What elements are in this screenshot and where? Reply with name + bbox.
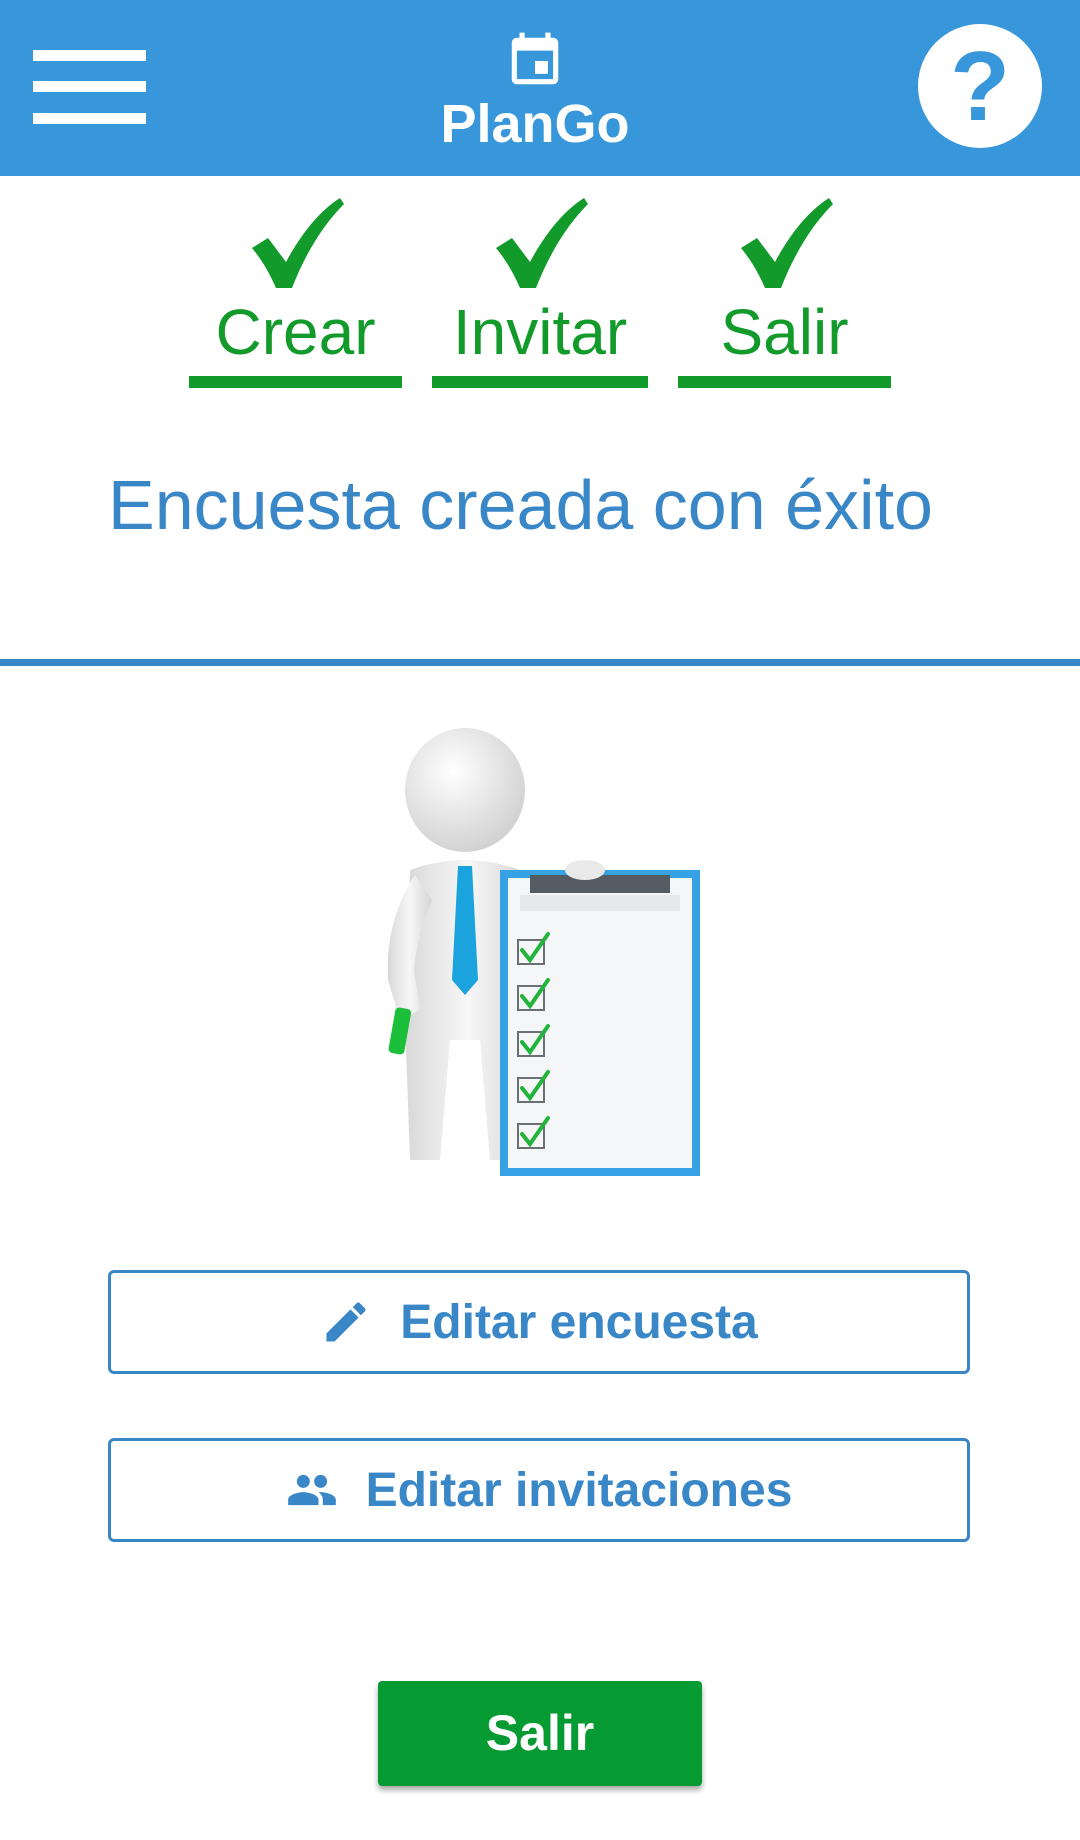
step-progress-bar xyxy=(678,376,891,388)
edit-survey-button[interactable]: Editar encuesta xyxy=(108,1270,970,1374)
help-button[interactable]: ? xyxy=(918,24,1042,148)
step-label: Salir xyxy=(720,296,849,368)
edit-invitations-label: Editar invitaciones xyxy=(365,1463,793,1517)
menu-line xyxy=(33,50,146,61)
section-divider xyxy=(0,659,1080,666)
person-with-checklist-illustration xyxy=(387,728,700,1176)
help-icon: ? xyxy=(950,31,1010,141)
app-title: PlanGo xyxy=(440,94,630,154)
pencil-icon xyxy=(326,1302,366,1342)
menu-line xyxy=(33,113,146,124)
menu-line xyxy=(33,81,146,92)
app-brand: PlanGo xyxy=(390,30,680,154)
checkmark-icon xyxy=(496,198,588,288)
checkmark-icon xyxy=(740,198,833,288)
page-title: Encuesta creada con éxito xyxy=(108,466,933,544)
step-progress-bar xyxy=(432,376,648,388)
step-salir: Salir xyxy=(678,196,891,388)
calendar-icon xyxy=(511,32,559,85)
step-label: Invitar xyxy=(452,296,628,368)
hamburger-menu-icon[interactable] xyxy=(33,48,146,126)
edit-invitations-button[interactable]: Editar invitaciones xyxy=(108,1438,970,1542)
exit-button[interactable]: Salir xyxy=(378,1681,702,1786)
edit-survey-label: Editar encuesta xyxy=(400,1295,758,1349)
step-crear: Crear xyxy=(189,196,402,388)
step-progress-bar xyxy=(189,376,402,388)
step-label: Crear xyxy=(215,296,376,368)
step-invitar: Invitar xyxy=(432,196,648,388)
people-icon xyxy=(287,1474,336,1506)
app-header: PlanGo ? xyxy=(0,0,1080,176)
checkmark-icon xyxy=(251,198,344,288)
exit-button-label: Salir xyxy=(485,1705,595,1761)
